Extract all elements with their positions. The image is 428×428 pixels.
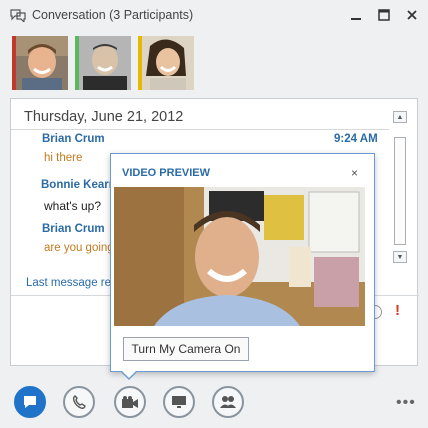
title-bar: Conversation (3 Participants): [0, 0, 428, 32]
phone-icon: [72, 395, 86, 409]
message-text: hi there: [44, 152, 83, 164]
message-sender[interactable]: Brian Crum: [42, 133, 105, 145]
participant-avatar-2[interactable]: [75, 36, 131, 90]
message-time: 9:24 AM: [334, 133, 378, 145]
camera-feed-image: [114, 187, 365, 326]
presence-indicator: [75, 36, 79, 90]
present-button[interactable]: [163, 386, 195, 418]
importance-icon[interactable]: !: [395, 302, 400, 319]
message-text: what's up?: [44, 199, 101, 213]
close-icon[interactable]: ×: [351, 166, 358, 180]
scroll-up-arrow-icon[interactable]: ▲: [393, 111, 407, 123]
divider: [11, 129, 389, 130]
presence-indicator: [12, 36, 16, 90]
presence-indicator: [138, 36, 142, 90]
scroll-down-arrow-icon[interactable]: ▼: [393, 251, 407, 263]
im-icon: [24, 396, 36, 408]
participants-button[interactable]: [212, 386, 244, 418]
chat-bubbles-icon: [10, 9, 26, 22]
close-icon[interactable]: [403, 6, 421, 24]
popup-pointer-fill: [121, 370, 137, 378]
participant-avatar-3[interactable]: [138, 36, 194, 90]
window-title: Conversation (3 Participants): [32, 8, 194, 22]
video-preview-popup: VIDEO PREVIEW × Turn My Camera On: [110, 153, 375, 372]
maximize-icon[interactable]: [375, 6, 393, 24]
call-button[interactable]: [63, 386, 95, 418]
video-preview-title: VIDEO PREVIEW: [122, 167, 211, 179]
participant-avatar-1[interactable]: [12, 36, 68, 90]
turn-camera-on-button[interactable]: Turn My Camera On: [123, 337, 249, 361]
participant-photo-1: [12, 36, 68, 90]
minimize-icon[interactable]: [347, 6, 365, 24]
date-header: Thursday, June 21, 2012: [24, 109, 184, 125]
video-camera-icon: [122, 396, 138, 408]
video-button[interactable]: [114, 386, 146, 418]
scrollbar[interactable]: ▲ ▼: [393, 111, 407, 263]
participant-photo-3: [138, 36, 194, 90]
present-icon: [172, 396, 186, 408]
participant-photo-2: [75, 36, 131, 90]
im-button[interactable]: [14, 386, 46, 418]
more-options-icon[interactable]: •••: [396, 394, 416, 412]
video-preview-feed: [114, 187, 365, 326]
message-text: are you going: [44, 242, 114, 254]
participants-icon: [220, 396, 236, 408]
scroll-thumb[interactable]: [394, 137, 406, 245]
message-sender[interactable]: Brian Crum: [42, 223, 105, 235]
